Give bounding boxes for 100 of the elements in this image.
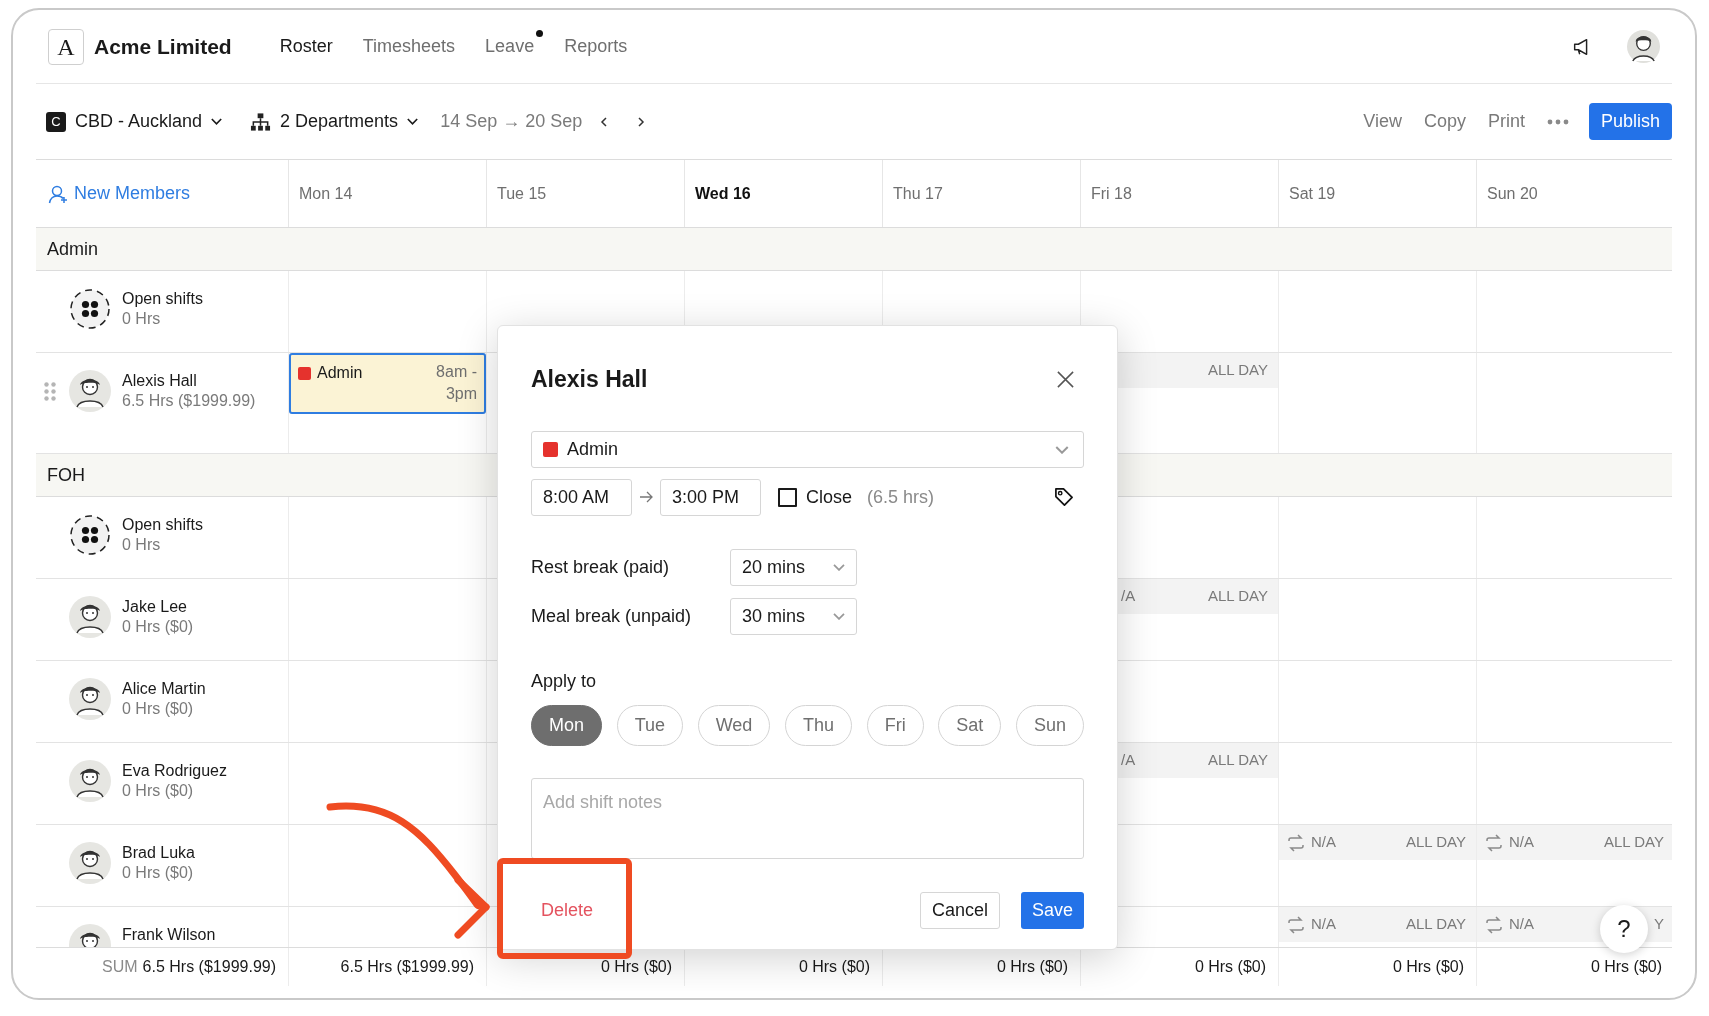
weekday-chip[interactable]: Mon — [531, 705, 602, 746]
chevron-down-icon — [833, 613, 845, 620]
nav-tab[interactable]: Reports — [564, 33, 628, 60]
unavailable-label: N/A — [1311, 914, 1336, 935]
day-header: Sat 19 — [1289, 183, 1336, 204]
close-icon[interactable] — [1056, 369, 1075, 389]
member-hours: 0 Hrs — [122, 535, 162, 555]
unavailable-label: /A — [1121, 586, 1136, 607]
member-hours: 0 Hrs ($0) — [122, 617, 194, 637]
break-label: Meal break (unpaid) — [531, 605, 693, 628]
member-name: Alice Martin — [122, 679, 206, 699]
shift-time: 8am - 3pm — [435, 362, 477, 404]
role-dropdown[interactable]: Admin — [531, 431, 1084, 468]
toolbar-action[interactable]: Copy — [1423, 108, 1466, 135]
unavailable-label: N/A — [1509, 914, 1534, 935]
weekday-chip[interactable]: Fri — [866, 705, 924, 746]
drag-handle-icon[interactable] — [44, 381, 56, 401]
nav-tab[interactable]: Timesheets — [362, 33, 456, 60]
day-total: 0 Hrs ($0) — [1392, 957, 1464, 977]
day-header: Sun 20 — [1487, 183, 1538, 204]
day-total: 0 Hrs ($0) — [1590, 957, 1662, 977]
member-name: Brad Luka — [122, 843, 195, 863]
all-day-label: ALL DAY — [1405, 832, 1466, 853]
end-time-field[interactable]: 3:00 PM — [660, 478, 761, 516]
logo: A — [48, 28, 84, 65]
all-day-label: ALL DAY — [1405, 914, 1466, 935]
break-dropdown[interactable]: 30 mins — [730, 598, 857, 635]
location-dropdown[interactable]: C CBD - Auckland — [46, 108, 223, 135]
location-badge: C — [46, 111, 66, 132]
chevron-down-icon — [407, 118, 419, 125]
day-total: 6.5 Hrs ($1999.99) — [340, 957, 474, 977]
person-avatar-icon — [69, 370, 111, 412]
publish-button[interactable]: Publish — [1588, 103, 1672, 140]
unavailable-label: N/A — [1311, 832, 1336, 853]
all-day-label: ALL DAY — [1207, 360, 1268, 381]
apply-to-label: Apply to — [531, 670, 598, 692]
chevron-down-icon — [211, 118, 223, 125]
day-header: Wed 16 — [695, 183, 751, 204]
day-total: 0 Hrs ($0) — [798, 957, 870, 977]
close-checkbox[interactable] — [778, 487, 797, 507]
break-label: Rest break (paid) — [531, 556, 671, 579]
departments-label: 2 Departments — [280, 110, 399, 133]
user-avatar-icon[interactable] — [1627, 30, 1660, 63]
group-header: Admin — [47, 237, 99, 261]
toolbar-action[interactable]: Print — [1487, 108, 1525, 135]
duration-label: (6.5 hrs) — [867, 485, 935, 509]
shift-block[interactable]: Admin 8am - 3pm — [289, 353, 486, 414]
weekday-chip[interactable]: Sun — [1015, 705, 1084, 746]
arrow-right-icon — [639, 490, 653, 504]
toolbar-action[interactable]: View — [1363, 108, 1402, 135]
user-plus-icon — [48, 183, 68, 204]
more-icon[interactable] — [1546, 118, 1569, 125]
delete-button[interactable]: Delete — [531, 892, 604, 929]
tag-icon[interactable] — [1054, 487, 1074, 507]
nav-tab[interactable]: Leave — [485, 33, 535, 60]
unavailable-label: N/A — [1509, 832, 1534, 853]
new-members-link[interactable]: New Members — [48, 180, 191, 207]
shift-notes-field[interactable]: Add shift notes — [531, 778, 1084, 859]
chevron-down-icon — [833, 564, 845, 571]
all-day-label: ALL DAY — [1603, 832, 1664, 853]
member-hours: 6.5 Hrs ($1999.99) — [122, 391, 256, 411]
cancel-button[interactable]: Cancel — [919, 892, 1000, 929]
day-total: 0 Hrs ($0) — [600, 957, 672, 977]
day-total: 0 Hrs ($0) — [996, 957, 1068, 977]
member-hours: 0 Hrs ($0) — [122, 863, 195, 883]
all-day-label: ALL DAY — [1207, 750, 1268, 771]
nav-tab[interactable]: Roster — [279, 33, 333, 60]
day-total: 0 Hrs ($0) — [1194, 957, 1266, 977]
member-name: Eva Rodriguez — [122, 761, 227, 781]
sum-total: 6.5 Hrs ($1999.99) — [142, 957, 276, 977]
weekday-chip[interactable]: Wed — [697, 705, 771, 746]
all-day-label: Y — [1654, 914, 1664, 935]
member-name: Jake Lee — [122, 597, 188, 617]
day-header: Mon 14 — [299, 183, 353, 204]
weekday-chip[interactable]: Tue — [616, 705, 683, 746]
day-header: Thu 17 — [893, 183, 943, 204]
close-label: Close — [806, 485, 853, 509]
all-day-label: ALL DAY — [1207, 586, 1268, 607]
departments-dropdown[interactable]: 2 Departments — [250, 108, 419, 135]
start-time-field[interactable]: 8:00 AM — [531, 478, 632, 516]
save-button[interactable]: Save — [1020, 892, 1084, 929]
sum-label: SUM — [102, 957, 138, 977]
member-hours: 0 Hrs — [122, 309, 162, 329]
dialog-title: Alexis Hall — [531, 364, 648, 394]
group-header: FOH — [47, 463, 85, 487]
day-header: Tue 15 — [497, 183, 547, 204]
shift-role: Admin — [317, 363, 363, 383]
member-name: Open shifts — [122, 515, 203, 535]
weekday-chip[interactable]: Sat — [938, 705, 1002, 746]
break-dropdown[interactable]: 20 mins — [730, 549, 857, 586]
weekday-chip[interactable]: Thu — [785, 705, 852, 746]
member-hours: 0 Hrs ($0) — [122, 699, 195, 719]
member-name: Frank Wilson — [122, 925, 216, 945]
member-hours: 0 Hrs ($0) — [122, 781, 195, 801]
hierarchy-icon — [250, 111, 272, 132]
date-range: 14 Sep → 20 Sep — [440, 110, 583, 133]
unavailable-label: /A — [1121, 750, 1136, 771]
member-name: Open shifts — [122, 289, 203, 309]
day-header: Fri 18 — [1091, 183, 1132, 204]
chevron-down-icon — [1055, 445, 1069, 454]
